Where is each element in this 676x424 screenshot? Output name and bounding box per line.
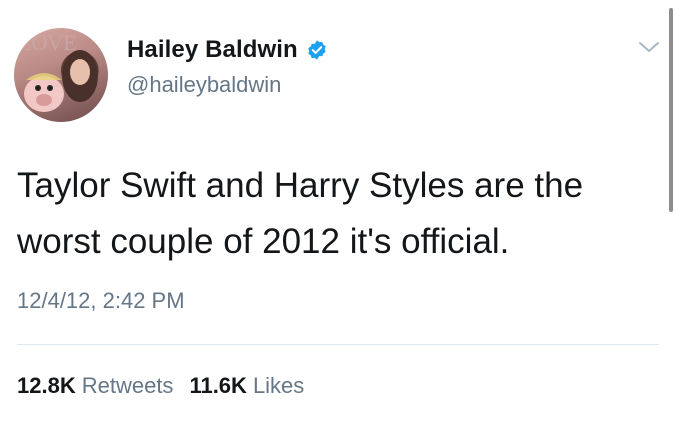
- avatar[interactable]: LOVE: [14, 28, 108, 122]
- author-handle[interactable]: @haileybaldwin: [127, 72, 281, 98]
- author-name-row: Hailey Baldwin: [127, 36, 328, 64]
- tweet-timestamp[interactable]: 12/4/12, 2:42 PM: [17, 288, 185, 314]
- verified-badge-icon: [308, 40, 326, 60]
- tweet-card: LOVE Hailey Baldwin @haileybaldwin Taylo…: [0, 0, 676, 424]
- chevron-down-icon[interactable]: [638, 39, 660, 55]
- divider: [17, 344, 659, 345]
- tweet-stats: 12.8K Retweets 11.6K Likes: [17, 373, 304, 399]
- likes-stat[interactable]: 11.6K Likes: [189, 373, 304, 399]
- author-display-name[interactable]: Hailey Baldwin: [127, 36, 298, 64]
- likes-count: 11.6K: [189, 373, 247, 398]
- retweets-count: 12.8K: [17, 373, 76, 398]
- likes-label: Likes: [252, 373, 305, 398]
- tweet-text: Taylor Swift and Harry Styles are the wo…: [17, 166, 584, 261]
- avatar-overlay-text: LOVE: [18, 30, 77, 55]
- retweets-stat[interactable]: 12.8K Retweets: [17, 373, 173, 399]
- scrollbar[interactable]: [669, 8, 673, 212]
- retweets-label: Retweets: [81, 373, 174, 398]
- avatar-image: LOVE: [18, 30, 98, 112]
